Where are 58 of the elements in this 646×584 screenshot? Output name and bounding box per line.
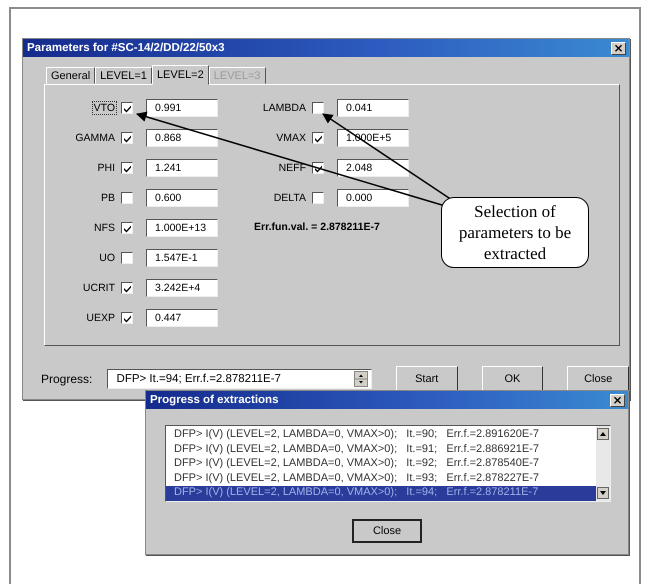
checkbox[interactable] (121, 102, 133, 114)
window-title: Progress of extractions (150, 394, 278, 406)
dialog-button[interactable]: Start (396, 366, 458, 391)
value-field[interactable]: 0.447 (146, 309, 218, 327)
tab[interactable]: LEVEL=1 (95, 67, 152, 84)
value-field[interactable]: 2.048 (337, 159, 409, 177)
parameter-label: VMAX (275, 132, 307, 144)
tab[interactable]: General (46, 67, 96, 84)
parameter-label: NEFF (278, 162, 307, 174)
dialog-button[interactable]: Close (567, 366, 630, 391)
checkbox[interactable] (312, 102, 324, 114)
value-field[interactable]: 1.547E-1 (146, 249, 218, 267)
log-row[interactable]: DFP> I(V) (LEVEL=2, LAMBDA=0, VMAX>0); It.=94; Err.f.=2.878211E-7 (166, 486, 596, 500)
checkbox[interactable] (121, 252, 133, 264)
parameter-label: UCRIT (82, 282, 116, 294)
value-field[interactable]: 1.000E+13 (146, 219, 218, 237)
value-field[interactable]: 0.041 (337, 99, 409, 117)
parameter-label: PB (100, 192, 116, 204)
parameter-label: UO (98, 252, 116, 264)
log-row[interactable]: DFP> I(V) (LEVEL=2, LAMBDA=0, VMAX>0); It.=92; Err.f.=2.878540E-7 (166, 457, 596, 472)
scroll-down-icon[interactable] (597, 487, 609, 499)
parameter-label: UEXP (85, 312, 116, 324)
value-field[interactable]: 1.241 (146, 159, 218, 177)
parameter-label: DELTA (272, 192, 307, 204)
error-value-text: Err.fun.val. = 2.878211E-7 (254, 221, 381, 233)
checkbox[interactable] (121, 222, 133, 234)
checkbox[interactable] (121, 192, 133, 204)
value-field[interactable]: 0.000 (337, 189, 409, 207)
value-field[interactable]: 0.600 (146, 189, 218, 207)
scrollbar[interactable] (596, 426, 610, 501)
checkbox[interactable] (312, 192, 324, 204)
progress-label: Progress: (41, 372, 94, 386)
spinner-icon[interactable] (354, 370, 368, 386)
parameter-label: VTO (90, 102, 118, 114)
checkbox[interactable] (121, 132, 133, 144)
value-field[interactable]: 3.242E+4 (146, 279, 218, 297)
checkbox[interactable] (121, 162, 133, 174)
close-button[interactable]: × (611, 42, 626, 54)
close-button[interactable]: Close (352, 519, 422, 543)
log-row[interactable]: DFP> I(V) (LEVEL=2, LAMBDA=0, VMAX>0); It.=90; Err.f.=2.891620E-7 (166, 428, 596, 442)
parameter-label: PHI (96, 162, 116, 174)
checkbox[interactable] (121, 282, 133, 294)
callout-text: Selection of parameters to be extracted (441, 197, 589, 268)
progress-field[interactable]: DFP> It.=94; Err.f.=2.878211E-7 (106, 368, 372, 388)
log-row[interactable]: DFP> I(V) (LEVEL=2, LAMBDA=0, VMAX>0); It.=93; Err.f.=2.878227E-7 (166, 472, 596, 486)
parameter-label: GAMMA (74, 132, 116, 144)
scroll-up-icon[interactable] (597, 428, 609, 440)
window-title: Parameters for #SC-14/2/DD/22/50x3 (27, 42, 225, 54)
tab[interactable]: LEVEL=2 (152, 65, 209, 85)
close-button[interactable]: × (610, 394, 625, 406)
value-field[interactable]: 0.868 (146, 129, 218, 147)
checkbox[interactable] (121, 312, 133, 324)
parameter-label: NFS (93, 222, 116, 234)
parameter-label: LAMBDA (262, 102, 307, 114)
log-row[interactable]: DFP> I(V) (LEVEL=2, LAMBDA=0, VMAX>0); It.=91; Err.f.=2.886921E-7 (166, 442, 596, 457)
dialog-button[interactable]: OK (482, 366, 544, 391)
checkbox[interactable] (312, 132, 324, 144)
value-field[interactable]: 0.991 (146, 99, 218, 117)
